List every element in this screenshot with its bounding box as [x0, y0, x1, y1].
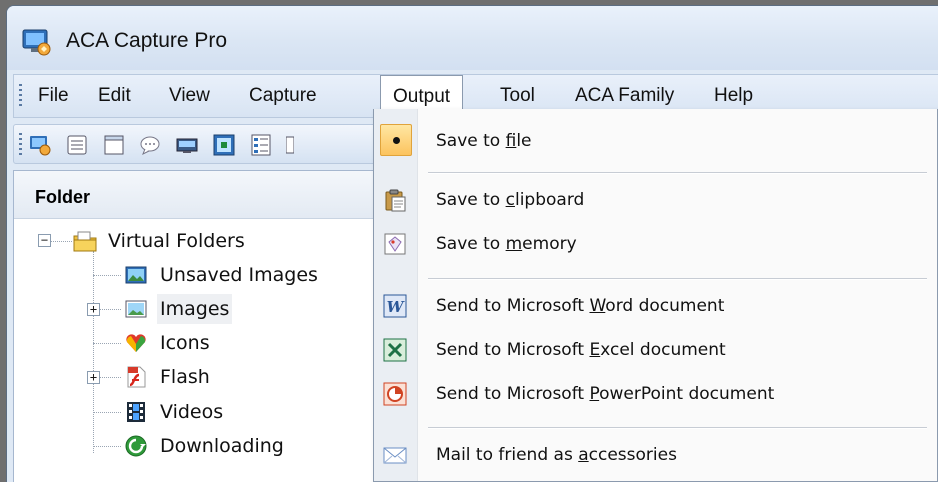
menu-separator	[428, 278, 927, 280]
tree-guide-line	[93, 446, 121, 447]
toolbar-grip[interactable]	[19, 133, 22, 157]
more-icon[interactable]	[285, 134, 295, 156]
collapse-toggle[interactable]: −	[38, 234, 51, 247]
window-title: ACA Capture Pro	[66, 29, 228, 52]
envelope-icon	[383, 443, 407, 467]
output-menu-dropdown: Save to file Save to clipboard Save to m…	[373, 109, 938, 482]
menu-item-save-to-memory[interactable]: Save to memory	[374, 222, 937, 266]
menu-separator	[428, 172, 927, 174]
tree-guide-line	[93, 251, 94, 453]
menu-item-save-to-file[interactable]: Save to file	[374, 119, 937, 163]
tree-item-flash[interactable]: Flash	[125, 362, 265, 392]
menu-item-label: Send to Microsoft Excel document	[436, 340, 726, 360]
tree-guide-line	[50, 241, 72, 242]
menu-item-send-to-powerpoint[interactable]: Send to Microsoft PowerPoint document	[374, 372, 937, 416]
blank-page-icon[interactable]	[103, 134, 125, 156]
menu-file[interactable]: File	[38, 75, 69, 117]
menu-item-label: Save to memory	[436, 234, 577, 254]
tree-guide-line	[93, 275, 121, 276]
tree-item-label: Videos	[160, 401, 224, 423]
monitor-icon[interactable]	[176, 134, 198, 156]
menu-capture[interactable]: Capture	[249, 75, 317, 117]
tree-item-videos[interactable]: Videos	[125, 397, 265, 427]
tree-item-label: Images	[157, 294, 233, 324]
menu-item-label: Mail to friend as accessories	[436, 445, 677, 465]
images-icon	[125, 298, 147, 320]
tree-item-downloading[interactable]: Downloading	[125, 431, 325, 461]
excel-icon	[383, 338, 407, 362]
list-capture-icon[interactable]	[250, 134, 272, 156]
flash-icon	[125, 366, 147, 388]
menu-item-label: Send to Microsoft Word document	[436, 296, 725, 316]
powerpoint-icon	[383, 382, 407, 406]
memory-icon	[383, 232, 407, 256]
folder-pane: Folder − Virtual Folders Unsaved Images …	[13, 170, 385, 482]
unsaved-images-icon	[125, 264, 147, 286]
menu-item-send-to-excel[interactable]: Send to Microsoft Excel document	[374, 328, 937, 372]
menu-view[interactable]: View	[169, 75, 210, 117]
tree-item-images[interactable]: Images	[125, 294, 265, 324]
folder-pane-header: Folder	[14, 171, 384, 219]
menu-item-label: Save to clipboard	[436, 190, 585, 210]
menu-item-send-to-word[interactable]: W Send to Microsoft Word document	[374, 284, 937, 328]
svg-text:W: W	[387, 298, 406, 316]
menubar-grip[interactable]	[19, 84, 22, 108]
film-icon	[125, 401, 147, 423]
window-capture-icon[interactable]	[66, 134, 88, 156]
tree-item-virtual-folders[interactable]: Virtual Folders	[73, 226, 363, 256]
menu-item-mail-to-friend[interactable]: Mail to friend as accessories	[374, 433, 937, 477]
checked-highlight	[380, 124, 412, 156]
tree-item-label: Flash	[160, 366, 210, 388]
tree-item-icons[interactable]: Icons	[125, 328, 265, 358]
tree-item-label: Downloading	[160, 435, 284, 457]
clipboard-icon	[383, 188, 407, 212]
main-toolbar	[13, 124, 385, 164]
tree-item-label: Virtual Folders	[108, 230, 245, 252]
heart-icons-icon	[125, 332, 147, 354]
folder-pane-title: Folder	[35, 187, 91, 207]
menu-item-save-to-clipboard[interactable]: Save to clipboard	[374, 178, 937, 222]
menu-separator	[428, 427, 927, 429]
tree-item-label: Unsaved Images	[160, 264, 318, 286]
speech-bubble-icon[interactable]	[139, 134, 161, 156]
region-capture-icon[interactable]	[213, 134, 235, 156]
tree-item-label: Icons	[160, 332, 210, 354]
expand-toggle[interactable]: +	[87, 371, 100, 384]
menu-edit[interactable]: Edit	[98, 75, 131, 117]
download-icon	[125, 435, 147, 457]
menu-item-label: Send to Microsoft PowerPoint document	[436, 384, 775, 404]
tree-guide-line	[93, 412, 121, 413]
app-capture-icon[interactable]	[29, 134, 51, 156]
app-logo-icon	[22, 28, 52, 61]
tree-item-unsaved-images[interactable]: Unsaved Images	[125, 260, 365, 290]
menu-item-label: Save to file	[436, 131, 532, 151]
word-icon: W	[383, 294, 407, 318]
virtual-folders-icon	[73, 230, 97, 252]
tree-guide-line	[93, 343, 121, 344]
radio-dot-icon	[393, 137, 400, 144]
title-bar[interactable]: ACA Capture Pro	[7, 6, 938, 70]
expand-toggle[interactable]: +	[87, 303, 100, 316]
